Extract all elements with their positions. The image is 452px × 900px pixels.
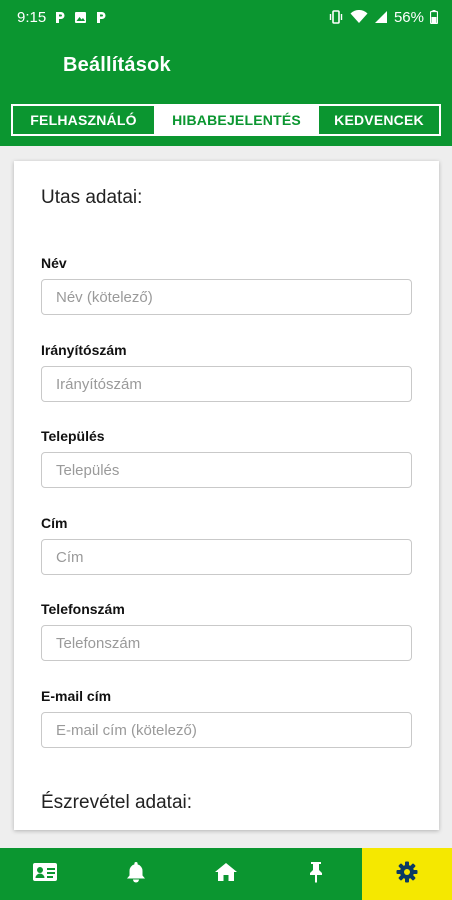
section-title-observation: Észrevétel adatai: <box>41 792 193 813</box>
name-input[interactable] <box>41 279 412 315</box>
nav-notifications[interactable] <box>90 848 180 900</box>
city-input[interactable] <box>41 452 412 488</box>
gear-icon <box>396 861 418 888</box>
bottom-navigation <box>0 848 452 900</box>
vibrate-icon <box>328 10 344 24</box>
battery-icon <box>430 10 438 24</box>
address-label: Cím <box>41 515 68 531</box>
nav-profile[interactable] <box>0 848 90 900</box>
report-form-card: Utas adatai: Név Irányítószám Település … <box>14 161 439 830</box>
bell-icon <box>126 861 146 888</box>
name-label: Név <box>41 255 67 271</box>
signal-icon <box>374 10 388 24</box>
app-bar: Beállítások <box>0 34 452 98</box>
nav-home[interactable] <box>181 848 271 900</box>
phone-input[interactable] <box>41 625 412 661</box>
email-label: E-mail cím <box>41 688 112 704</box>
tab-kedvencek[interactable]: KEDVENCEK <box>317 106 439 134</box>
tab-group: FELHASZNÁLÓ HIBABEJELENTÉS KEDVENCEK <box>11 104 441 136</box>
parking-app-icon <box>54 11 66 24</box>
nav-settings[interactable] <box>361 848 452 900</box>
tab-hibabejelentes[interactable]: HIBABEJELENTÉS <box>154 106 317 134</box>
postal-code-input[interactable] <box>41 366 412 402</box>
battery-percent: 56% <box>393 8 424 26</box>
phone-label: Telefonszám <box>41 601 125 617</box>
address-input[interactable] <box>41 539 412 575</box>
tab-bar: FELHASZNÁLÓ HIBABEJELENTÉS KEDVENCEK <box>0 98 452 146</box>
pin-icon <box>307 861 325 888</box>
status-time: 9:15 <box>17 8 47 26</box>
nav-favorites[interactable] <box>271 848 361 900</box>
postal-code-label: Irányítószám <box>41 342 127 358</box>
status-bar: 9:15 56% <box>0 0 452 34</box>
tab-felhasznalo[interactable]: FELHASZNÁLÓ <box>13 106 154 134</box>
parking-app-icon-2 <box>95 11 107 24</box>
image-notification-icon <box>74 11 87 24</box>
page-title: Beállítások <box>63 54 171 76</box>
home-icon <box>214 862 238 887</box>
email-input[interactable] <box>41 712 412 748</box>
section-title-passenger: Utas adatai: <box>41 187 143 208</box>
id-card-icon <box>32 862 58 887</box>
city-label: Település <box>41 428 105 444</box>
wifi-icon <box>350 10 368 24</box>
